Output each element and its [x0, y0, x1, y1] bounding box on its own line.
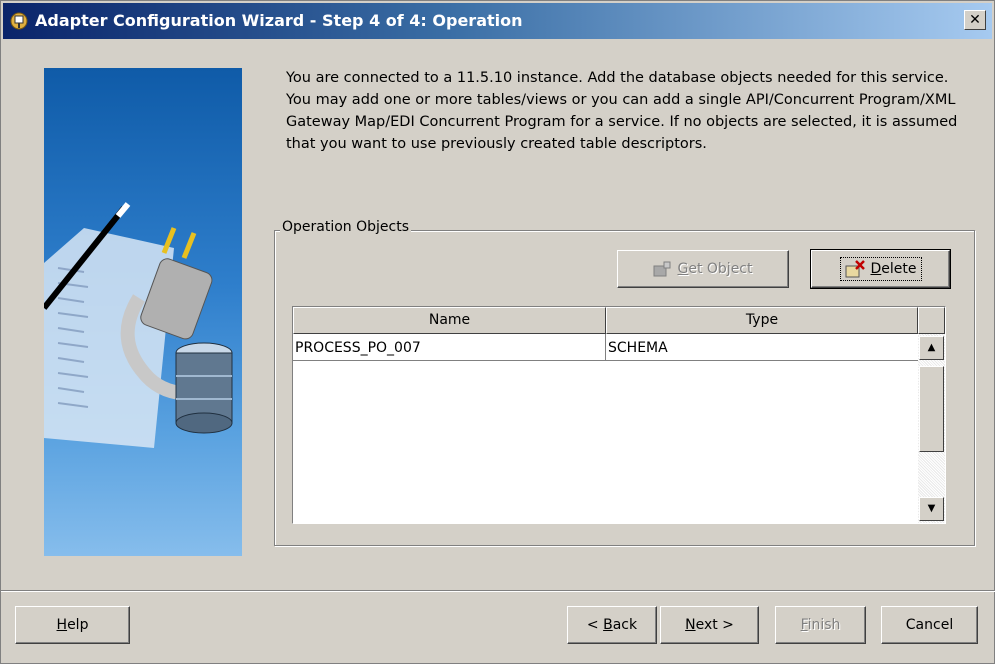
column-header-name[interactable]: Name — [293, 307, 606, 334]
add-object-icon — [653, 261, 671, 277]
adapter-plug-illustration — [44, 202, 233, 448]
scroll-thumb[interactable] — [919, 366, 944, 452]
help-mnemonic: H — [56, 617, 68, 633]
help-label: elp — [67, 617, 89, 633]
delete-mnemonic: D — [870, 261, 882, 277]
next-button[interactable]: Next > — [660, 606, 759, 644]
back-mnemonic: B — [603, 617, 613, 633]
title-bar[interactable]: Adapter Configuration Wizard - Step 4 of… — [3, 3, 992, 39]
delete-button[interactable]: Delete — [810, 249, 951, 289]
cell-type: SCHEMA — [608, 340, 668, 356]
next-mnemonic: N — [685, 617, 696, 633]
vertical-scrollbar[interactable]: ▲ ▼ — [918, 334, 945, 523]
back-label: ack — [612, 617, 638, 633]
back-button[interactable]: < Back — [567, 606, 657, 644]
finish-label: inish — [807, 617, 841, 633]
cell-name: PROCESS_PO_007 — [295, 340, 421, 356]
finish-button[interactable]: Finish — [775, 606, 866, 644]
get-object-mnemonic: G — [677, 261, 689, 277]
footer-separator — [1, 590, 995, 592]
operation-objects-table[interactable]: Name Type PROCESS_PO_007 SCHEMA ▲ ▼ — [292, 306, 946, 524]
close-button[interactable]: ✕ — [964, 10, 986, 30]
group-label: Operation Objects — [280, 219, 412, 235]
close-icon: ✕ — [969, 12, 981, 28]
row-divider — [293, 360, 918, 361]
header-corner — [918, 307, 945, 334]
scroll-up-button[interactable]: ▲ — [919, 336, 944, 360]
window-title: Adapter Configuration Wizard - Step 4 of… — [35, 11, 523, 30]
get-object-button[interactable]: Get Object — [617, 250, 789, 288]
column-divider — [605, 334, 606, 361]
get-object-label: et Object — [688, 261, 753, 277]
cancel-button[interactable]: Cancel — [881, 606, 978, 644]
finish-mnemonic: F — [800, 617, 808, 633]
triangle-down-icon: ▼ — [927, 503, 936, 514]
delete-object-icon — [845, 260, 865, 278]
back-prefix: < — [586, 617, 604, 633]
adapter-plug-icon — [10, 12, 28, 30]
instructions-text: You are connected to a 11.5.10 instance.… — [286, 70, 958, 152]
wizard-illustration — [44, 68, 242, 556]
wizard-window: Adapter Configuration Wizard - Step 4 of… — [0, 0, 995, 664]
delete-label: elete — [881, 261, 917, 277]
help-button[interactable]: Help — [15, 606, 130, 644]
triangle-up-icon: ▲ — [927, 342, 936, 353]
column-header-type[interactable]: Type — [606, 307, 918, 334]
next-label: ext > — [695, 617, 734, 633]
scroll-down-button[interactable]: ▼ — [919, 497, 944, 521]
cancel-label: Cancel — [905, 617, 954, 633]
